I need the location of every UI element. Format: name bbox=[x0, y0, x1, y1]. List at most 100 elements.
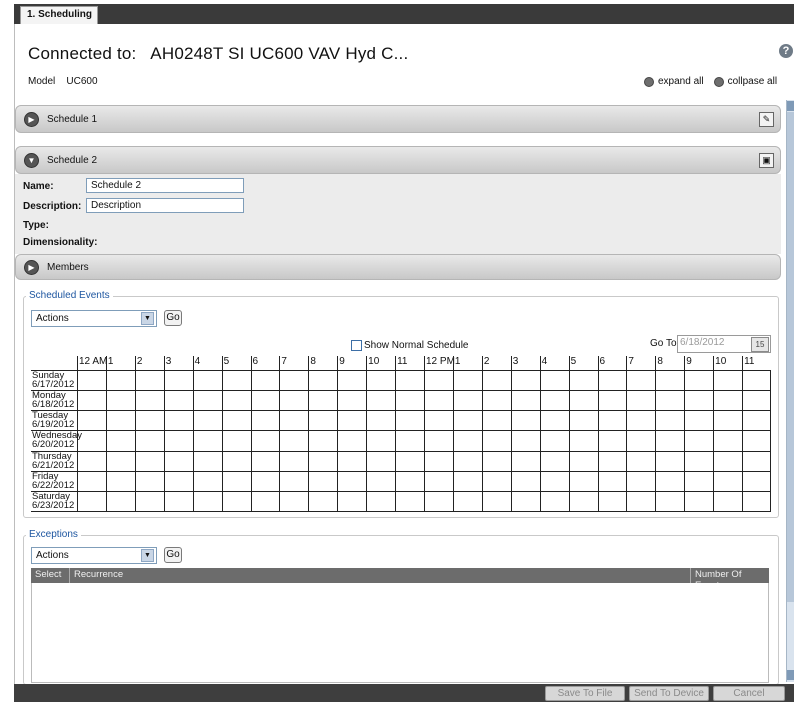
goto-label: Go To bbox=[650, 338, 677, 349]
calendar-icon[interactable]: 15 bbox=[751, 337, 769, 352]
type-label: Type: bbox=[23, 220, 49, 231]
scrollbar-thumb[interactable] bbox=[787, 112, 794, 602]
hour-label: 12 PM bbox=[426, 356, 455, 367]
hour-label: 12 AM bbox=[79, 356, 108, 367]
grid-column-line bbox=[626, 356, 628, 511]
exceptions-table-header: Select Recurrence Number Of Events bbox=[31, 568, 769, 591]
name-label: Name: bbox=[23, 181, 54, 192]
events-actions-select[interactable]: Actions ▼ bbox=[31, 310, 157, 327]
monitor-icon[interactable]: ▣ bbox=[759, 153, 774, 168]
day-date: 6/22/2012 bbox=[32, 479, 75, 491]
hour-label: 11 bbox=[744, 356, 755, 367]
grid-column-line bbox=[250, 356, 252, 511]
grid-row-line bbox=[31, 430, 771, 432]
grid-column-line bbox=[510, 356, 512, 511]
exceptions-table-body bbox=[31, 583, 769, 683]
hour-label: 9 bbox=[339, 356, 345, 367]
hour-label: 10 bbox=[715, 356, 727, 367]
events-actions-value: Actions bbox=[36, 313, 69, 324]
collapse-arrow-icon[interactable]: ▼ bbox=[24, 152, 39, 168]
collapse-all-link[interactable]: collpase all bbox=[728, 76, 777, 87]
day-label: Friday 6/22/2012 bbox=[32, 471, 75, 491]
hour-label: 7 bbox=[628, 356, 634, 367]
exceptions-actions-select[interactable]: Actions ▼ bbox=[31, 547, 157, 564]
day-date: 6/21/2012 bbox=[32, 459, 75, 471]
grid-column-line bbox=[424, 356, 425, 511]
model-value: UC600 bbox=[66, 76, 98, 87]
grid-column-line bbox=[568, 356, 570, 511]
chevron-down-icon[interactable]: ▼ bbox=[141, 312, 154, 325]
expand-all-link[interactable]: expand all bbox=[658, 76, 704, 87]
hour-label: 7 bbox=[281, 356, 287, 367]
schedule-2-panel[interactable]: ▼ Schedule 2 ▣ bbox=[15, 146, 781, 174]
expand-all-icon[interactable] bbox=[644, 76, 654, 87]
hour-label: 1 bbox=[454, 356, 461, 367]
grid-column-line bbox=[221, 356, 223, 511]
hour-label: 11 bbox=[397, 356, 408, 367]
exceptions-go-button[interactable]: Go bbox=[164, 547, 182, 563]
day-label: Thursday 6/21/2012 bbox=[32, 451, 75, 471]
col-select[interactable]: Select bbox=[35, 569, 61, 580]
help-icon[interactable]: ? bbox=[779, 44, 793, 58]
hour-label: 6 bbox=[599, 356, 606, 367]
edit-icon[interactable]: ✎ bbox=[759, 112, 774, 127]
hour-label: 10 bbox=[368, 356, 380, 367]
grid-row-line bbox=[31, 470, 771, 472]
day-label: Saturday 6/23/2012 bbox=[32, 492, 75, 511]
day-label: Tuesday 6/19/2012 bbox=[32, 411, 74, 430]
dimensionality-label: Dimensionality: bbox=[23, 237, 98, 248]
grid-column-line bbox=[337, 356, 339, 511]
hour-label: 3 bbox=[512, 356, 519, 367]
day-date: 6/23/2012 bbox=[32, 499, 75, 511]
cancel-button[interactable]: Cancel bbox=[713, 686, 785, 701]
grid-column-line bbox=[539, 356, 541, 511]
hour-label: 4 bbox=[194, 356, 201, 367]
scroll-down-arrow[interactable] bbox=[787, 670, 794, 680]
hour-label: 5 bbox=[570, 356, 577, 367]
hour-label: 1 bbox=[107, 356, 114, 367]
grid-column-line bbox=[655, 356, 657, 511]
col-divider bbox=[690, 568, 691, 583]
collapse-all-icon[interactable] bbox=[713, 76, 724, 87]
col-recurrence[interactable]: Recurrence bbox=[74, 569, 123, 580]
description-field[interactable]: Description bbox=[86, 198, 244, 213]
scheduled-events-legend: Scheduled Events bbox=[26, 290, 113, 301]
schedule-1-panel[interactable]: ▶ Schedule 1 ✎ bbox=[15, 105, 781, 133]
page-title: Connected to: AH0248T SI UC600 VAV Hyd C… bbox=[28, 44, 408, 64]
day-label: Wednesday 6/20/2012 bbox=[32, 431, 82, 451]
expand-collapse-controls: expand all collpase all bbox=[644, 76, 777, 87]
show-normal-schedule-label: Show Normal Schedule bbox=[364, 340, 469, 351]
hour-label: 9 bbox=[686, 356, 692, 367]
tab-scheduling[interactable]: 1. Scheduling bbox=[20, 6, 98, 24]
schedule-grid[interactable]: 12 AM 1 2 3 4 5 6 7 8 9 10 11 12 PM 1 2 3 4 5 6 7 8 9 10 11 Sund… bbox=[31, 356, 771, 512]
scroll-up-arrow[interactable] bbox=[787, 101, 794, 111]
chevron-down-icon[interactable]: ▼ bbox=[141, 549, 154, 562]
grid-column-line bbox=[770, 370, 771, 511]
exceptions-legend: Exceptions bbox=[26, 529, 81, 540]
events-go-button[interactable]: Go bbox=[164, 310, 182, 326]
send-to-device-button[interactable]: Send To Device bbox=[629, 686, 709, 701]
hour-label: 8 bbox=[310, 356, 316, 367]
expand-arrow-icon[interactable]: ▶ bbox=[24, 111, 39, 127]
members-panel[interactable]: ▶ Members bbox=[15, 254, 781, 280]
col-divider bbox=[69, 568, 70, 583]
show-normal-schedule-checkbox[interactable] bbox=[351, 340, 362, 351]
grid-row-line bbox=[31, 370, 771, 371]
tab-bar bbox=[14, 4, 794, 24]
goto-date-value: 6/18/2012 bbox=[680, 337, 725, 348]
grid-row-line bbox=[31, 511, 771, 512]
hour-label: 4 bbox=[541, 356, 548, 367]
day-date: 6/20/2012 bbox=[32, 439, 75, 451]
name-field[interactable]: Schedule 2 bbox=[86, 178, 244, 193]
exceptions-actions-value: Actions bbox=[36, 550, 69, 561]
schedule-1-title: Schedule 1 bbox=[47, 113, 98, 125]
hour-label: 5 bbox=[223, 356, 230, 367]
grid-column-line bbox=[452, 356, 454, 511]
day-date: 6/17/2012 bbox=[32, 379, 75, 390]
save-to-file-button[interactable]: Save To File bbox=[545, 686, 625, 701]
members-expand-icon[interactable]: ▶ bbox=[24, 259, 39, 275]
grid-column-line bbox=[105, 356, 107, 511]
grid-column-line bbox=[713, 356, 715, 511]
model-row: Model UC600 bbox=[28, 76, 98, 87]
grid-column-line bbox=[279, 356, 281, 511]
